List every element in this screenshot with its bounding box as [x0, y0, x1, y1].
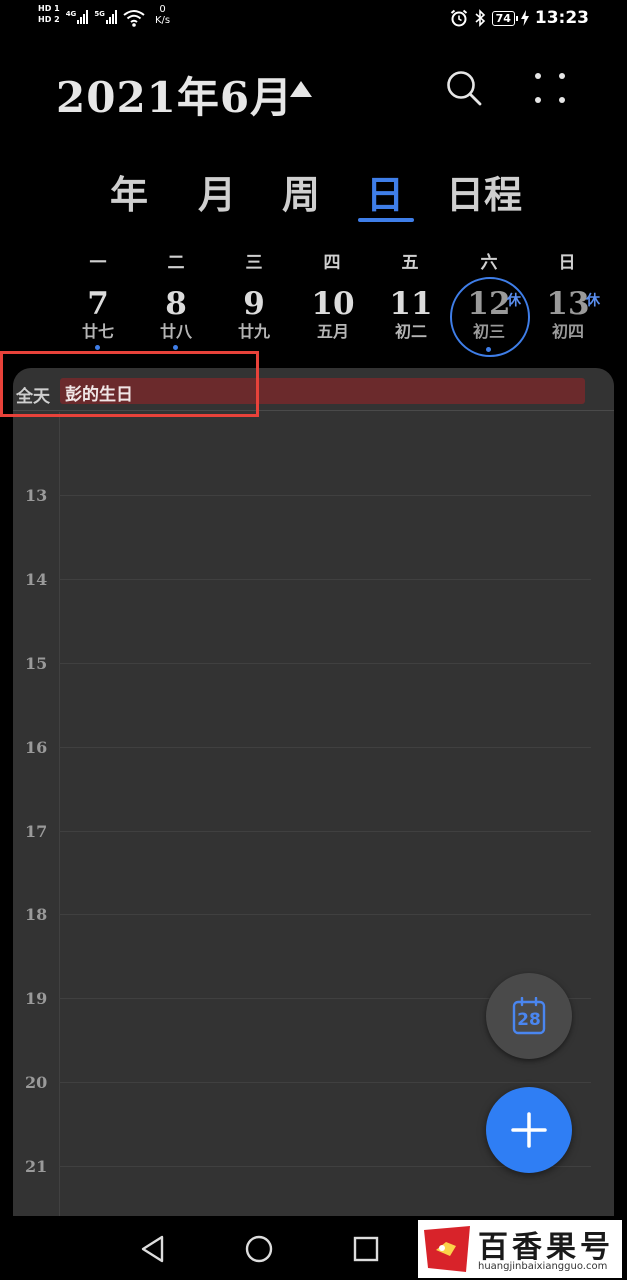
hour-label: 13	[25, 486, 48, 505]
weekday-sat: 六	[480, 253, 498, 273]
sim2-label: HD 2	[38, 15, 60, 24]
recents-icon[interactable]	[349, 1232, 383, 1266]
tab-month[interactable]: 月	[198, 164, 236, 219]
network-type-1: 4G	[65, 10, 77, 18]
tab-week[interactable]: 周	[282, 164, 320, 219]
hour-label: 20	[25, 1073, 48, 1092]
event-dot	[486, 347, 491, 352]
today-date-number: 28	[517, 1010, 541, 1030]
signal-2: 5G	[94, 4, 117, 24]
sim1-label: HD 1	[38, 4, 60, 13]
day-9[interactable]: 9 廿九	[217, 286, 291, 360]
network-type-2: 5G	[94, 10, 105, 18]
weekday-sun: 日	[558, 253, 576, 273]
day-lunar: 廿七	[81, 322, 114, 341]
watermark-url: huangjinbaixiangguo.com	[478, 1261, 608, 1272]
battery-icon: 74	[491, 10, 519, 26]
plus-icon	[511, 1112, 547, 1148]
day-number: 10	[311, 286, 355, 322]
day-10[interactable]: 10 五月	[296, 286, 370, 360]
weekday-thu: 四	[323, 253, 341, 273]
signal-1: 4G	[66, 4, 89, 24]
weekday-tue: 二	[167, 253, 185, 273]
clock: 13:23	[534, 8, 589, 28]
hour-label: 14	[25, 570, 48, 589]
day-number: 9	[243, 286, 265, 322]
watermark: 百香果号 huangjinbaixiangguo.com	[418, 1220, 622, 1278]
day-lunar: 初四	[551, 322, 584, 341]
more-grid-icon[interactable]	[532, 70, 568, 106]
holiday-badge: 休	[586, 293, 600, 309]
holiday-badge: 休	[507, 293, 521, 309]
status-right: 74 13:23	[450, 8, 589, 28]
event-dot	[95, 345, 100, 350]
speed-unit: K/s	[154, 15, 171, 26]
network-speed: 0 K/s	[155, 4, 170, 26]
signal-bars-icon	[105, 10, 117, 24]
sim-indicators: HD 1 HD 2	[38, 4, 60, 25]
hour-label: 16	[25, 738, 48, 757]
weekday-fri: 五	[401, 253, 419, 273]
day-lunar: 廿八	[159, 322, 192, 341]
hour-label: 15	[25, 654, 48, 673]
go-to-today-button[interactable]: 28	[486, 973, 572, 1059]
charging-icon	[520, 10, 529, 26]
tab-agenda[interactable]: 日程	[446, 164, 522, 219]
hour-line	[59, 1082, 591, 1083]
alarm-icon	[450, 9, 467, 27]
hour-line	[59, 831, 591, 832]
caret-up-icon[interactable]	[290, 81, 312, 97]
day-number: 8	[165, 286, 187, 322]
hour-label: 19	[25, 989, 48, 1008]
hour-line	[59, 495, 591, 496]
day-11[interactable]: 11 初二	[374, 286, 448, 360]
add-event-button[interactable]	[486, 1087, 572, 1173]
day-lunar: 初二	[394, 322, 427, 341]
hour-line	[59, 579, 591, 580]
event-dot	[173, 345, 178, 350]
tab-day[interactable]: 日	[366, 164, 404, 219]
hour-label: 21	[25, 1157, 48, 1176]
status-left: HD 1 HD 2 4G 5G 0 K/s	[38, 4, 170, 28]
search-icon[interactable]	[444, 68, 484, 108]
hour-line	[59, 914, 591, 915]
month-title[interactable]: 2021年6月	[56, 64, 293, 125]
wifi-icon	[123, 10, 145, 27]
hour-line	[59, 747, 591, 748]
bluetooth-icon	[475, 9, 485, 27]
hour-line	[59, 663, 591, 664]
home-icon[interactable]	[242, 1232, 276, 1266]
back-icon[interactable]	[136, 1232, 170, 1266]
speed-value: 0	[159, 4, 166, 15]
tab-year[interactable]: 年	[110, 164, 148, 219]
day-13[interactable]: 13 初四 休	[531, 286, 605, 360]
day-number: 7	[87, 286, 109, 322]
hour-label: 17	[25, 822, 48, 841]
calendar-screen: HD 1 HD 2 4G 5G 0 K/s 74 13:23 2021年6月 年…	[0, 0, 627, 1280]
watermark-title: 百香果号	[478, 1230, 614, 1265]
weekday-wed: 三	[245, 253, 263, 273]
weekday-mon: 一	[89, 253, 107, 273]
time-gutter-line	[59, 412, 60, 1228]
status-bar: HD 1 HD 2 4G 5G 0 K/s 74 13:23	[0, 0, 627, 38]
active-tab-indicator	[358, 218, 414, 222]
day-lunar: 五月	[316, 322, 349, 341]
hour-label: 18	[25, 905, 48, 924]
day-number: 11	[389, 286, 433, 322]
annotation-highlight-box	[0, 351, 259, 417]
view-tabs: 年 月 周 日 日程	[100, 164, 540, 224]
watermark-logo-icon	[424, 1226, 470, 1272]
day-lunar: 初三	[472, 322, 505, 341]
signal-bars-icon	[77, 10, 89, 24]
day-lunar: 廿九	[237, 322, 270, 341]
